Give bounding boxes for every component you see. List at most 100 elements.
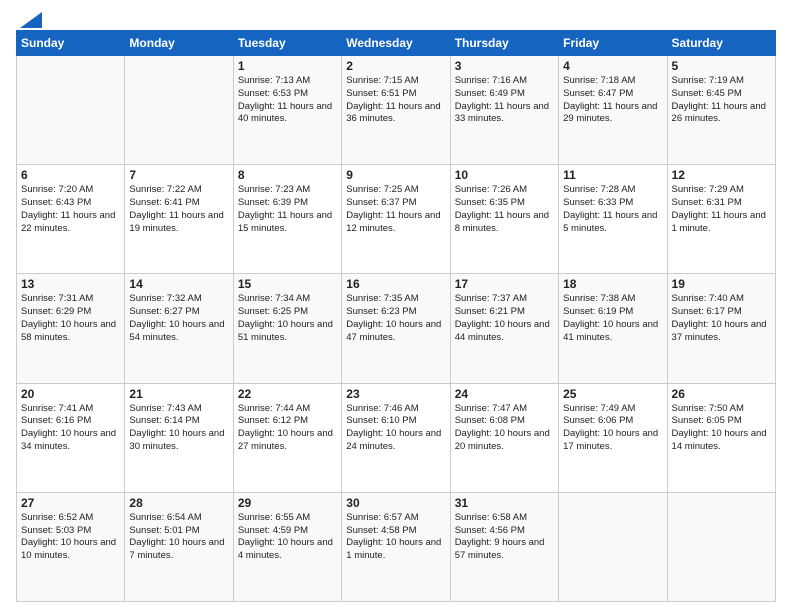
calendar-cell: 6 Sunrise: 7:20 AM Sunset: 6:43 PM Daylig…: [17, 165, 125, 274]
day-number: 13: [21, 277, 120, 291]
day-info: Sunrise: 7:50 AM Sunset: 6:05 PM Dayligh…: [672, 403, 771, 454]
day-number: 7: [129, 168, 228, 182]
calendar-cell: 29 Sunrise: 6:55 AM Sunset: 4:59 PM Dayli…: [233, 492, 341, 601]
day-number: 1: [238, 59, 337, 73]
calendar-cell: 25 Sunrise: 7:49 AM Sunset: 6:06 PM Dayli…: [559, 383, 667, 492]
calendar-cell: 3 Sunrise: 7:16 AM Sunset: 6:49 PM Daylig…: [450, 56, 558, 165]
day-info: Sunrise: 7:29 AM Sunset: 6:31 PM Dayligh…: [672, 184, 771, 235]
calendar-table: SundayMondayTuesdayWednesdayThursdayFrid…: [16, 30, 776, 602]
day-info: Sunrise: 7:25 AM Sunset: 6:37 PM Dayligh…: [346, 184, 445, 235]
day-info: Sunrise: 7:47 AM Sunset: 6:08 PM Dayligh…: [455, 403, 554, 454]
calendar-cell: 12Sunrise: 7:29 AM Sunset: 6:31 PM Dayli…: [667, 165, 775, 274]
day-number: 18: [563, 277, 662, 291]
day-info: Sunrise: 7:20 AM Sunset: 6:43 PM Dayligh…: [21, 184, 120, 235]
day-number: 26: [672, 387, 771, 401]
day-info: Sunrise: 7:49 AM Sunset: 6:06 PM Dayligh…: [563, 403, 662, 454]
day-info: Sunrise: 7:37 AM Sunset: 6:21 PM Dayligh…: [455, 293, 554, 344]
calendar-cell: 13 Sunrise: 7:31 AM Sunset: 6:29 PM Dayli…: [17, 274, 125, 383]
day-info: Sunrise: 7:28 AM Sunset: 6:33 PM Dayligh…: [563, 184, 662, 235]
day-info: Sunrise: 7:19 AM Sunset: 6:45 PM Dayligh…: [672, 75, 771, 126]
day-info: Sunrise: 6:58 AM Sunset: 4:56 PM Dayligh…: [455, 512, 554, 563]
calendar-cell: [667, 492, 775, 601]
calendar-week-2: 6 Sunrise: 7:20 AM Sunset: 6:43 PM Daylig…: [17, 165, 776, 274]
calendar-cell: 16 Sunrise: 7:35 AM Sunset: 6:23 PM Dayli…: [342, 274, 450, 383]
calendar-cell: 9 Sunrise: 7:25 AM Sunset: 6:37 PM Daylig…: [342, 165, 450, 274]
day-number: 27: [21, 496, 120, 510]
day-number: 10: [455, 168, 554, 182]
calendar-cell: 1 Sunrise: 7:13 AM Sunset: 6:53 PM Daylig…: [233, 56, 341, 165]
day-number: 28: [129, 496, 228, 510]
day-number: 3: [455, 59, 554, 73]
calendar-cell: 24 Sunrise: 7:47 AM Sunset: 6:08 PM Dayli…: [450, 383, 558, 492]
calendar-cell: 7 Sunrise: 7:22 AM Sunset: 6:41 PM Daylig…: [125, 165, 233, 274]
day-info: Sunrise: 6:52 AM Sunset: 5:03 PM Dayligh…: [21, 512, 120, 563]
day-number: 20: [21, 387, 120, 401]
header: [16, 10, 776, 24]
day-info: Sunrise: 7:35 AM Sunset: 6:23 PM Dayligh…: [346, 293, 445, 344]
calendar-cell: 17 Sunrise: 7:37 AM Sunset: 6:21 PM Dayli…: [450, 274, 558, 383]
calendar-cell: 20 Sunrise: 7:41 AM Sunset: 6:16 PM Dayli…: [17, 383, 125, 492]
calendar-cell: 26 Sunrise: 7:50 AM Sunset: 6:05 PM Dayli…: [667, 383, 775, 492]
calendar-week-5: 27 Sunrise: 6:52 AM Sunset: 5:03 PM Dayli…: [17, 492, 776, 601]
calendar-cell: 27 Sunrise: 6:52 AM Sunset: 5:03 PM Dayli…: [17, 492, 125, 601]
day-info: Sunrise: 7:40 AM Sunset: 6:17 PM Dayligh…: [672, 293, 771, 344]
weekday-header-sunday: Sunday: [17, 31, 125, 56]
day-number: 6: [21, 168, 120, 182]
calendar-cell: 30Sunrise: 6:57 AM Sunset: 4:58 PM Dayli…: [342, 492, 450, 601]
day-number: 17: [455, 277, 554, 291]
day-number: 21: [129, 387, 228, 401]
calendar-cell: 5 Sunrise: 7:19 AM Sunset: 6:45 PM Daylig…: [667, 56, 775, 165]
calendar-cell: 18 Sunrise: 7:38 AM Sunset: 6:19 PM Dayli…: [559, 274, 667, 383]
calendar-cell: 22 Sunrise: 7:44 AM Sunset: 6:12 PM Dayli…: [233, 383, 341, 492]
weekday-header-tuesday: Tuesday: [233, 31, 341, 56]
calendar-cell: 23Sunrise: 7:46 AM Sunset: 6:10 PM Dayli…: [342, 383, 450, 492]
calendar-cell: 19 Sunrise: 7:40 AM Sunset: 6:17 PM Dayli…: [667, 274, 775, 383]
calendar-cell: 4 Sunrise: 7:18 AM Sunset: 6:47 PM Daylig…: [559, 56, 667, 165]
day-info: Sunrise: 7:22 AM Sunset: 6:41 PM Dayligh…: [129, 184, 228, 235]
day-info: Sunrise: 7:16 AM Sunset: 6:49 PM Dayligh…: [455, 75, 554, 126]
day-info: Sunrise: 7:41 AM Sunset: 6:16 PM Dayligh…: [21, 403, 120, 454]
calendar-cell: 14 Sunrise: 7:32 AM Sunset: 6:27 PM Dayli…: [125, 274, 233, 383]
page: SundayMondayTuesdayWednesdayThursdayFrid…: [0, 0, 792, 612]
day-number: 5: [672, 59, 771, 73]
day-info: Sunrise: 7:23 AM Sunset: 6:39 PM Dayligh…: [238, 184, 337, 235]
day-info: Sunrise: 7:34 AM Sunset: 6:25 PM Dayligh…: [238, 293, 337, 344]
day-number: 16: [346, 277, 445, 291]
day-info: Sunrise: 7:13 AM Sunset: 6:53 PM Dayligh…: [238, 75, 337, 126]
calendar-cell: [125, 56, 233, 165]
weekday-header-wednesday: Wednesday: [342, 31, 450, 56]
day-number: 23: [346, 387, 445, 401]
logo: [16, 10, 42, 24]
day-info: Sunrise: 7:43 AM Sunset: 6:14 PM Dayligh…: [129, 403, 228, 454]
calendar-week-3: 13 Sunrise: 7:31 AM Sunset: 6:29 PM Dayli…: [17, 274, 776, 383]
day-number: 24: [455, 387, 554, 401]
day-info: Sunrise: 7:31 AM Sunset: 6:29 PM Dayligh…: [21, 293, 120, 344]
calendar-cell: 11 Sunrise: 7:28 AM Sunset: 6:33 PM Dayli…: [559, 165, 667, 274]
day-info: Sunrise: 7:38 AM Sunset: 6:19 PM Dayligh…: [563, 293, 662, 344]
weekday-header-monday: Monday: [125, 31, 233, 56]
day-info: Sunrise: 7:32 AM Sunset: 6:27 PM Dayligh…: [129, 293, 228, 344]
day-number: 19: [672, 277, 771, 291]
day-number: 22: [238, 387, 337, 401]
day-number: 30: [346, 496, 445, 510]
day-number: 9: [346, 168, 445, 182]
day-number: 4: [563, 59, 662, 73]
calendar-cell: 15 Sunrise: 7:34 AM Sunset: 6:25 PM Dayli…: [233, 274, 341, 383]
calendar-week-1: 1 Sunrise: 7:13 AM Sunset: 6:53 PM Daylig…: [17, 56, 776, 165]
day-number: 15: [238, 277, 337, 291]
calendar-cell: 28Sunrise: 6:54 AM Sunset: 5:01 PM Dayli…: [125, 492, 233, 601]
day-number: 25: [563, 387, 662, 401]
day-info: Sunrise: 7:18 AM Sunset: 6:47 PM Dayligh…: [563, 75, 662, 126]
weekday-header-thursday: Thursday: [450, 31, 558, 56]
day-number: 8: [238, 168, 337, 182]
calendar-week-4: 20 Sunrise: 7:41 AM Sunset: 6:16 PM Dayli…: [17, 383, 776, 492]
calendar-cell: [17, 56, 125, 165]
day-number: 14: [129, 277, 228, 291]
day-info: Sunrise: 7:44 AM Sunset: 6:12 PM Dayligh…: [238, 403, 337, 454]
day-number: 11: [563, 168, 662, 182]
day-number: 29: [238, 496, 337, 510]
weekday-header-saturday: Saturday: [667, 31, 775, 56]
day-info: Sunrise: 6:55 AM Sunset: 4:59 PM Dayligh…: [238, 512, 337, 563]
calendar-cell: 8 Sunrise: 7:23 AM Sunset: 6:39 PM Daylig…: [233, 165, 341, 274]
logo-icon: [20, 12, 42, 28]
